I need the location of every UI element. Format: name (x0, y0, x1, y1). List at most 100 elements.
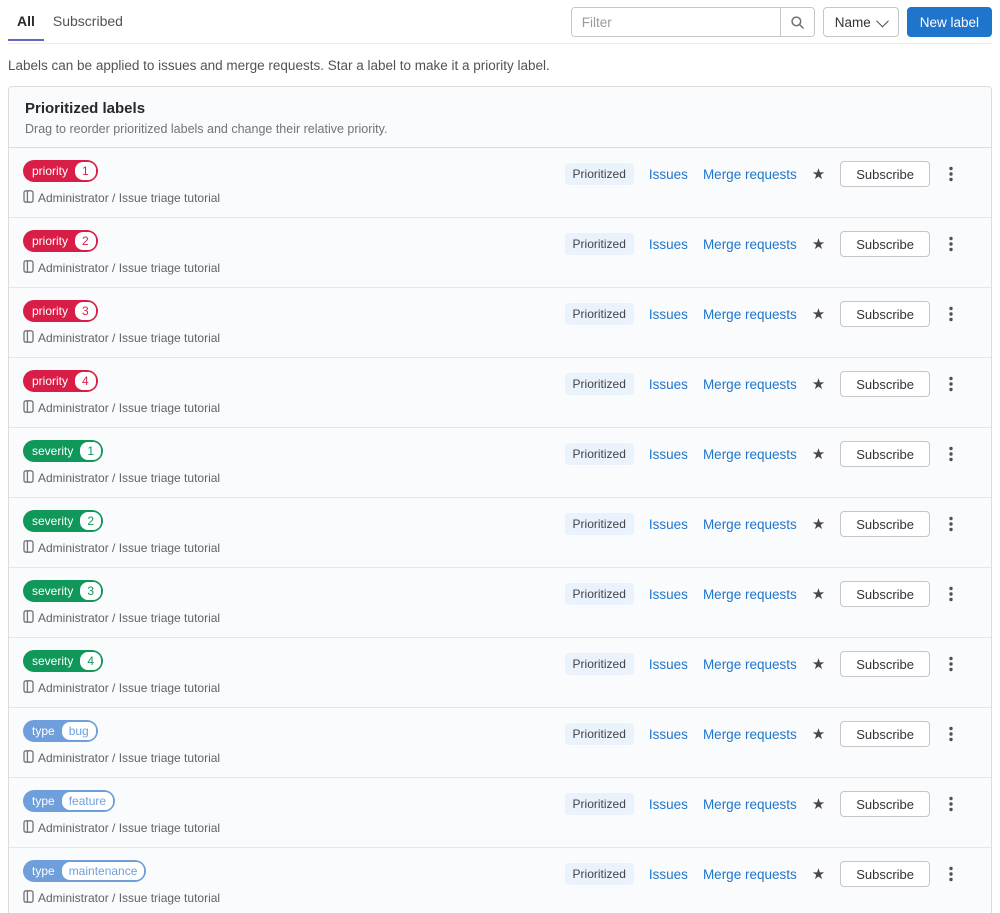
prioritized-badge: Prioritized (564, 723, 634, 745)
merge-requests-link[interactable]: Merge requests (703, 167, 797, 182)
scoped-label-chip[interactable]: severity 1 (23, 440, 104, 462)
merge-requests-link[interactable]: Merge requests (703, 867, 797, 882)
merge-requests-link[interactable]: Merge requests (703, 657, 797, 672)
new-label-button[interactable]: New label (906, 7, 992, 37)
merge-requests-link[interactable]: Merge requests (703, 727, 797, 742)
star-icon[interactable]: ★ (812, 237, 825, 252)
label-row: severity 2 Administrator / Issue triage … (9, 498, 991, 568)
star-icon[interactable]: ★ (812, 657, 825, 672)
issues-link[interactable]: Issues (649, 587, 688, 602)
tab-subscribed[interactable]: Subscribed (44, 7, 132, 41)
subscribe-button[interactable]: Subscribe (840, 301, 930, 327)
project-path: Administrator / Issue triage tutorial (23, 329, 220, 348)
project-path-text: Administrator / Issue triage tutorial (38, 191, 221, 205)
merge-requests-link[interactable]: Merge requests (703, 307, 797, 322)
more-actions-button[interactable] (945, 514, 957, 534)
star-icon[interactable]: ★ (812, 727, 825, 742)
subscribe-button[interactable]: Subscribe (840, 721, 930, 747)
star-icon[interactable]: ★ (812, 167, 825, 182)
project-path: Administrator / Issue triage tutorial (23, 889, 220, 908)
more-actions-button[interactable] (945, 164, 957, 184)
vertical-ellipsis-icon (949, 586, 953, 602)
vertical-ellipsis-icon (949, 446, 953, 462)
scoped-label-chip[interactable]: type maintenance (23, 860, 147, 882)
merge-requests-link[interactable]: Merge requests (703, 517, 797, 532)
more-actions-button[interactable] (945, 654, 957, 674)
project-icon (23, 400, 34, 413)
more-actions-button[interactable] (945, 304, 957, 324)
issues-link[interactable]: Issues (649, 237, 688, 252)
vertical-ellipsis-icon (949, 796, 953, 812)
label-info: type bug Administrator / Issue triage tu… (23, 720, 220, 768)
more-actions-button[interactable] (945, 444, 957, 464)
label-row: priority 4 Administrator / Issue triage … (9, 358, 991, 428)
more-actions-button[interactable] (945, 724, 957, 744)
star-icon[interactable]: ★ (812, 447, 825, 462)
label-row-actions: Prioritized Issues Merge requests ★ Subs… (564, 231, 957, 257)
more-actions-button[interactable] (945, 234, 957, 254)
merge-requests-link[interactable]: Merge requests (703, 587, 797, 602)
issues-link[interactable]: Issues (649, 657, 688, 672)
card-subtitle: Drag to reorder prioritized labels and c… (25, 122, 388, 136)
search-button[interactable] (779, 8, 814, 36)
vertical-ellipsis-icon (949, 306, 953, 322)
merge-requests-link[interactable]: Merge requests (703, 237, 797, 252)
project-path-text: Administrator / Issue triage tutorial (38, 401, 221, 415)
sort-dropdown[interactable]: Name (822, 7, 899, 37)
issues-link[interactable]: Issues (649, 307, 688, 322)
star-icon[interactable]: ★ (812, 307, 825, 322)
project-path: Administrator / Issue triage tutorial (23, 469, 220, 488)
label-info: severity 3 Administrator / Issue triage … (23, 580, 220, 628)
merge-requests-link[interactable]: Merge requests (703, 377, 797, 392)
subscribe-button[interactable]: Subscribe (840, 511, 930, 537)
vertical-ellipsis-icon (949, 656, 953, 672)
more-actions-button[interactable] (945, 864, 957, 884)
issues-link[interactable]: Issues (649, 727, 688, 742)
subscribe-button[interactable]: Subscribe (840, 231, 930, 257)
merge-requests-link[interactable]: Merge requests (703, 447, 797, 462)
more-actions-button[interactable] (945, 794, 957, 814)
filter-input[interactable] (571, 8, 780, 36)
star-icon[interactable]: ★ (812, 867, 825, 882)
subscribe-button[interactable]: Subscribe (840, 441, 930, 467)
prioritized-labels-card: Prioritized labels Drag to reorder prior… (8, 86, 992, 913)
more-actions-button[interactable] (945, 584, 957, 604)
scoped-label-chip[interactable]: type bug (23, 720, 98, 742)
scoped-label-chip[interactable]: type feature (23, 790, 116, 812)
issues-link[interactable]: Issues (649, 797, 688, 812)
project-icon (23, 820, 34, 833)
tab-all[interactable]: All (8, 7, 44, 41)
star-icon[interactable]: ★ (812, 797, 825, 812)
subscribe-button[interactable]: Subscribe (840, 791, 930, 817)
subscribe-button[interactable]: Subscribe (840, 861, 930, 887)
label-row-actions: Prioritized Issues Merge requests ★ Subs… (564, 441, 957, 467)
label-scope: severity (32, 584, 74, 598)
project-path-text: Administrator / Issue triage tutorial (38, 891, 221, 905)
issues-link[interactable]: Issues (649, 377, 688, 392)
issues-link[interactable]: Issues (649, 167, 688, 182)
scoped-label-chip[interactable]: severity 3 (23, 580, 104, 602)
more-actions-button[interactable] (945, 374, 957, 394)
scoped-label-chip[interactable]: priority 2 (23, 230, 98, 252)
subscribe-button[interactable]: Subscribe (840, 371, 930, 397)
subscribe-button[interactable]: Subscribe (840, 161, 930, 187)
star-icon[interactable]: ★ (812, 587, 825, 602)
star-icon[interactable]: ★ (812, 377, 825, 392)
label-scope: severity (32, 514, 74, 528)
issues-link[interactable]: Issues (649, 517, 688, 532)
project-icon (23, 890, 34, 903)
label-row-actions: Prioritized Issues Merge requests ★ Subs… (564, 861, 957, 887)
scoped-label-chip[interactable]: severity 2 (23, 510, 104, 532)
star-icon[interactable]: ★ (812, 517, 825, 532)
merge-requests-link[interactable]: Merge requests (703, 797, 797, 812)
project-path-text: Administrator / Issue triage tutorial (38, 681, 221, 695)
scoped-label-chip[interactable]: priority 3 (23, 300, 98, 322)
project-path: Administrator / Issue triage tutorial (23, 609, 220, 628)
subscribe-button[interactable]: Subscribe (840, 581, 930, 607)
scoped-label-chip[interactable]: priority 1 (23, 160, 98, 182)
scoped-label-chip[interactable]: severity 4 (23, 650, 104, 672)
subscribe-button[interactable]: Subscribe (840, 651, 930, 677)
scoped-label-chip[interactable]: priority 4 (23, 370, 98, 392)
issues-link[interactable]: Issues (649, 867, 688, 882)
issues-link[interactable]: Issues (649, 447, 688, 462)
